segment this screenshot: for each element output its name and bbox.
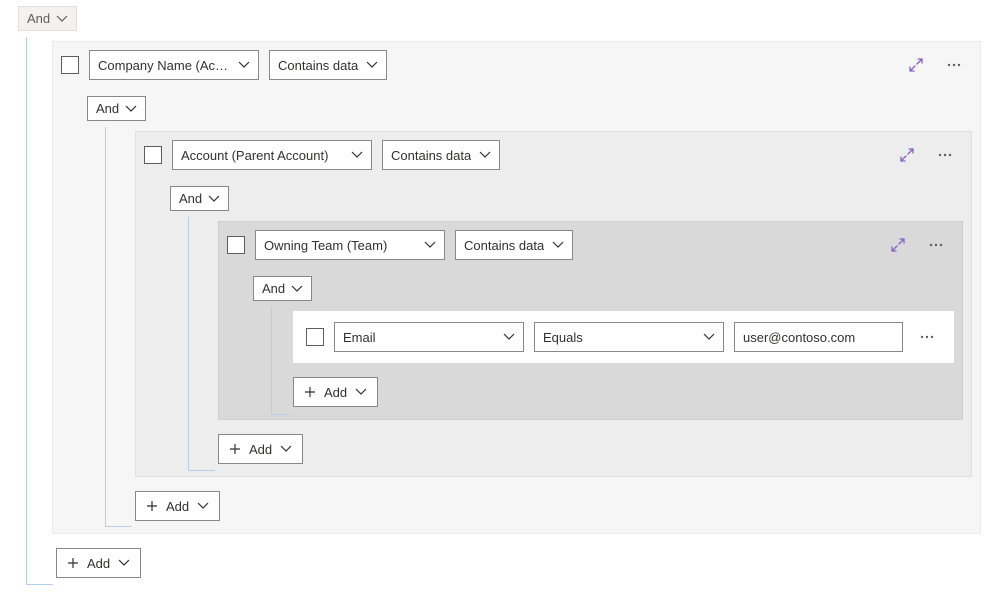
group-3-field-label: Owning Team (Team) (264, 238, 387, 253)
group-3-condition-label: Contains data (464, 238, 544, 253)
group-2-field-label: Account (Parent Account) (181, 148, 328, 163)
root-add-button[interactable]: Add (56, 548, 141, 578)
chevron-down-icon (552, 239, 564, 251)
chevron-down-icon (355, 386, 367, 398)
plus-icon (67, 557, 79, 569)
group-3-add-button[interactable]: Add (293, 377, 378, 407)
filter-builder: And Company Name (Accou… Contains data (0, 0, 999, 596)
group-2-condition-dropdown[interactable]: Contains data (382, 140, 500, 170)
group-1-field-dropdown[interactable]: Company Name (Accou… (89, 50, 259, 80)
chevron-down-icon (351, 149, 363, 161)
condition-value-input[interactable]: user@contoso.com (734, 322, 903, 352)
root-operator-label: And (27, 11, 50, 26)
group-2: Account (Parent Account) Contains data (135, 131, 972, 477)
condition-value-text: user@contoso.com (743, 330, 855, 345)
collapse-icon (890, 237, 906, 253)
group-2-operator-dropdown[interactable]: And (170, 186, 229, 211)
group-2-checkbox[interactable] (144, 146, 162, 164)
chevron-down-icon (424, 239, 436, 251)
add-label: Add (324, 385, 347, 400)
group-1: Company Name (Accou… Contains data (52, 41, 981, 534)
group-1-checkbox[interactable] (61, 56, 79, 74)
condition-more-button[interactable] (913, 323, 941, 351)
plus-icon (229, 443, 241, 455)
group-1-more-button[interactable] (940, 51, 968, 79)
add-label: Add (166, 499, 189, 514)
condition-field-dropdown[interactable]: Email (334, 322, 524, 352)
more-horizontal-icon (919, 329, 935, 345)
group-3-collapse-button[interactable] (884, 231, 912, 259)
chevron-down-icon (503, 331, 515, 343)
group-2-field-dropdown[interactable]: Account (Parent Account) (172, 140, 372, 170)
chevron-down-icon (280, 443, 292, 455)
group-1-condition-label: Contains data (278, 58, 358, 73)
collapse-icon (899, 147, 915, 163)
root-operator-dropdown[interactable]: And (18, 6, 77, 31)
group-3-condition-dropdown[interactable]: Contains data (455, 230, 573, 260)
more-horizontal-icon (946, 57, 962, 73)
group-2-operator-label: And (179, 191, 202, 206)
group-1-operator-label: And (96, 101, 119, 116)
plus-icon (146, 500, 158, 512)
group-3-more-button[interactable] (922, 231, 950, 259)
group-3: Owning Team (Team) Contains data (218, 221, 963, 420)
group-3-operator-dropdown[interactable]: And (253, 276, 312, 301)
chevron-down-icon (703, 331, 715, 343)
chevron-down-icon (238, 59, 250, 71)
group-2-collapse-button[interactable] (893, 141, 921, 169)
condition-operator-label: Equals (543, 330, 583, 345)
chevron-down-icon (208, 193, 220, 205)
condition-row: Email Equals (293, 311, 954, 363)
condition-field-label: Email (343, 330, 376, 345)
chevron-down-icon (125, 103, 137, 115)
plus-icon (304, 386, 316, 398)
group-1-operator-dropdown[interactable]: And (87, 96, 146, 121)
chevron-down-icon (118, 557, 130, 569)
group-3-field-dropdown[interactable]: Owning Team (Team) (255, 230, 445, 260)
condition-operator-dropdown[interactable]: Equals (534, 322, 724, 352)
chevron-down-icon (291, 283, 303, 295)
group-2-condition-label: Contains data (391, 148, 471, 163)
group-1-field-label: Company Name (Accou… (98, 58, 230, 73)
add-label: Add (249, 442, 272, 457)
condition-checkbox[interactable] (306, 328, 324, 346)
chevron-down-icon (197, 500, 209, 512)
group-2-add-button[interactable]: Add (218, 434, 303, 464)
group-1-condition-dropdown[interactable]: Contains data (269, 50, 387, 80)
more-horizontal-icon (928, 237, 944, 253)
more-horizontal-icon (937, 147, 953, 163)
collapse-icon (908, 57, 924, 73)
group-2-more-button[interactable] (931, 141, 959, 169)
group-1-add-button[interactable]: Add (135, 491, 220, 521)
chevron-down-icon (366, 59, 378, 71)
add-label: Add (87, 556, 110, 571)
group-3-checkbox[interactable] (227, 236, 245, 254)
chevron-down-icon (479, 149, 491, 161)
chevron-down-icon (56, 13, 68, 25)
group-3-operator-label: And (262, 281, 285, 296)
group-1-collapse-button[interactable] (902, 51, 930, 79)
